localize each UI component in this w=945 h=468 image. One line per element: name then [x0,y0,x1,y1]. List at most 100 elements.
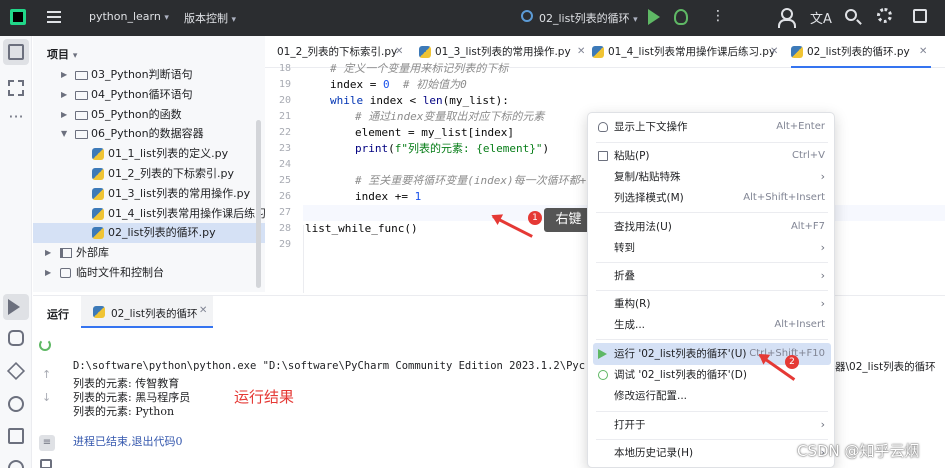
search-icon[interactable] [845,9,857,21]
menu-item-label: 复制/粘贴特殊 [614,171,681,183]
menu-item-paste[interactable]: 粘贴(P) Ctrl+V [593,145,831,167]
close-icon[interactable]: ✕ [577,36,585,68]
tree-label: 05_Python的函数 [91,108,182,121]
project-panel-title[interactable]: 项目 ▾ [47,46,77,62]
expand-arrow-icon[interactable]: ▶ [45,243,51,263]
collapse-arrow-icon[interactable]: ▼ [61,124,67,144]
tab-label: 01_4_list列表常用操作课后练习.py [608,46,776,58]
expand-arrow-icon[interactable]: ▶ [61,85,67,105]
expand-arrow-icon[interactable]: ▶ [61,65,67,85]
menu-item-shortcut: Ctrl+V [791,150,825,161]
tree-file-selected[interactable]: 02_list列表的循环.py [33,223,265,243]
run-panel-title: 运行 [47,308,69,321]
python-file-icon [92,188,104,200]
structure-tool-icon[interactable] [8,80,24,96]
tree-file[interactable]: 01_1_list列表的定义.py [33,144,265,164]
tree-label: 03_Python判断语句 [91,68,193,81]
debug-button[interactable] [674,9,688,25]
folder-icon [75,91,88,100]
code-line: # 通过index变量取出对应下标的元素 [355,110,545,123]
problems-icon[interactable] [8,460,24,468]
menu-item-folding[interactable]: 折叠 › [593,265,831,287]
line-number: 20 [278,95,291,106]
tree-external-libraries[interactable]: ▶ 外部库 [33,243,265,263]
tree-file[interactable]: 01_2_列表的下标索引.py [33,164,265,184]
python-file-icon [791,46,803,58]
scratches-icon [60,268,71,278]
menu-item-refactor[interactable]: 重构(R) › [593,293,831,315]
project-scrollbar[interactable] [256,120,261,288]
vcs-menu[interactable]: 版本控制 ▾ [184,10,236,26]
line-number: 26 [278,191,291,202]
translate-icon[interactable]: 文A [810,8,832,27]
debug-bug-icon [598,370,608,380]
main-menu-icon[interactable] [47,11,61,23]
expand-arrow-icon[interactable]: ▶ [61,105,67,125]
gutter-divider [303,225,304,293]
menu-item-generate[interactable]: 生成... Alt+Insert [593,314,831,336]
project-tool-icon[interactable] [8,44,24,60]
line-number: 21 [278,111,291,122]
python-file-icon [92,168,104,180]
tree-folder[interactable]: ▶ 03_Python判断语句 [33,65,265,85]
python-packages-icon[interactable] [6,361,26,381]
tree-folder[interactable]: ▶ 04_Python循环语句 [33,85,265,105]
chevron-down-icon: ▾ [633,15,638,25]
services-icon[interactable] [8,396,24,412]
python-file-icon [592,46,604,58]
run-tool-icon[interactable] [8,299,20,315]
menu-item-label: 显示上下文操作 [614,121,688,133]
window-layout-icon[interactable] [913,9,927,23]
tree-folder[interactable]: ▼ 06_Python的数据容器 [33,124,265,144]
tree-file[interactable]: 01_4_list列表常用操作课后练习.py [33,204,283,224]
code-line: index += 1 [355,189,421,205]
close-icon[interactable]: ✕ [199,305,207,316]
project-switcher[interactable]: python_learn ▾ [89,10,169,23]
python-console-icon[interactable] [8,330,24,346]
tab-02-list[interactable]: 02_list列表的循环.py ✕ [791,36,931,68]
menu-separator [596,411,828,412]
project-title-label: 项目 [47,48,69,61]
menu-item-label: 调试 '02_list列表的循环'(D) [614,369,747,381]
run-tab[interactable]: 02_list列表的循环 ✕ [81,296,213,328]
arrow-up-icon[interactable]: ↑ [42,368,51,381]
console-command: D:\software\python\python.exe "D:\softwa… [73,360,586,372]
arrow-down-icon[interactable]: ↓ [42,391,51,404]
more-tools-icon[interactable]: ··· [8,109,24,127]
run-button[interactable] [648,9,660,25]
chevron-right-icon: › [820,269,825,282]
settings-gear-icon[interactable] [877,8,892,23]
menu-item-goto[interactable]: 转到 › [593,237,831,259]
code-line: # 至关重要将循环变量(index)每一次循环都+1 [355,174,593,187]
expand-arrow-icon[interactable]: ▶ [45,263,51,283]
add-user-icon[interactable] [778,8,796,28]
more-actions-icon[interactable]: ⋮ [711,8,725,24]
terminal-icon[interactable] [8,428,24,444]
python-file-icon [92,208,104,220]
rerun-icon[interactable] [39,339,51,351]
run-play-icon [598,349,607,359]
menu-item-show-context-actions[interactable]: 显示上下文操作 Alt+Enter [593,116,831,138]
menu-item-local-history[interactable]: 本地历史记录(H) › [593,442,831,464]
code-keyword: while [330,94,364,107]
tree-folder[interactable]: ▶ 05_Python的函数 [33,105,265,125]
tree-scratches[interactable]: ▶ 临时文件和控制台 [33,263,265,283]
menu-item-column-selection[interactable]: 列选择模式(M) Alt+Shift+Insert [593,187,831,209]
run-config-selector[interactable]: 02_list列表的循环 ▾ [539,10,638,26]
close-icon[interactable]: ✕ [919,36,927,68]
soft-wrap-icon[interactable]: ≡ [39,435,55,451]
menu-item-modify-run-config[interactable]: 修改运行配置... [593,385,831,407]
tab-01-4[interactable]: 01_4_list列表常用操作课后练习.py ✕ [592,36,782,68]
tree-file[interactable]: 01_3_list列表的常用操作.py [33,184,265,204]
code-token: (my_list): [442,94,509,107]
menu-item-paste-special[interactable]: 复制/粘贴特殊 › [593,166,831,188]
line-number: 22 [278,127,291,138]
code-line: list_while_func() [305,222,418,235]
line-number: 18 [278,63,291,74]
print-icon[interactable] [40,459,52,468]
menu-item-find-usages[interactable]: 查找用法(U) Alt+F7 [593,216,831,238]
close-icon[interactable]: ✕ [770,36,778,68]
left-tool-strip: ··· [0,36,32,468]
run-tab-label: 02_list列表的循环 [111,308,198,320]
menu-item-open-in[interactable]: 打开于 › [593,414,831,436]
